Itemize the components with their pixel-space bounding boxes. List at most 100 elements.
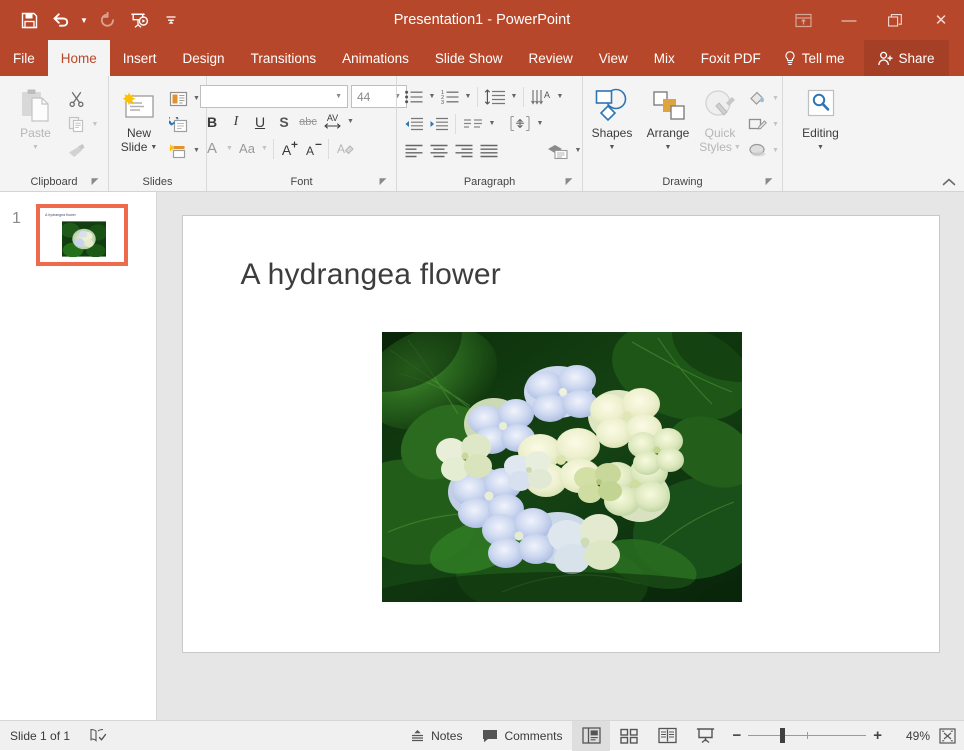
paste-dropdown-icon[interactable]: ▼ <box>32 141 39 154</box>
font-name-dropdown-icon[interactable]: ▼ <box>335 93 347 100</box>
shape-outline-button[interactable] <box>744 113 770 137</box>
notes-button[interactable]: Notes <box>400 721 472 751</box>
text-direction-dropdown-icon[interactable]: ▼ <box>555 93 566 100</box>
numbering-dropdown-icon[interactable]: ▼ <box>463 93 474 100</box>
undo-button[interactable] <box>46 6 76 34</box>
slide-editor-pane[interactable]: A hydrangea flower <box>157 192 964 720</box>
shape-fill-dropdown-icon[interactable]: ▼ <box>770 95 781 102</box>
increase-font-size-button[interactable]: A <box>277 137 301 161</box>
bullets-dropdown-icon[interactable]: ▼ <box>427 93 438 100</box>
zoom-slider-handle[interactable] <box>780 728 786 743</box>
reset-slide-button[interactable] <box>165 113 191 137</box>
spell-check-icon[interactable] <box>80 721 117 751</box>
quick-styles-dropdown-icon[interactable]: ▼ <box>734 141 741 154</box>
new-slide-dropdown-icon[interactable]: ▼ <box>150 141 157 154</box>
font-dialog-launcher[interactable]: ◤ <box>378 176 388 186</box>
shape-fill-button[interactable] <box>744 87 770 111</box>
align-left-button[interactable] <box>402 139 427 163</box>
italic-button[interactable]: I <box>224 110 248 134</box>
columns-dropdown-icon[interactable]: ▼ <box>487 120 498 127</box>
shape-outline-dropdown-icon[interactable]: ▼ <box>770 121 781 128</box>
section-button[interactable] <box>165 139 191 163</box>
decrease-indent-button[interactable] <box>402 112 427 136</box>
change-case-dropdown-icon[interactable]: ▼ <box>259 145 270 152</box>
slide-canvas[interactable]: A hydrangea flower <box>182 216 939 652</box>
justify-button[interactable] <box>477 139 502 163</box>
arrange-button[interactable]: Arrange ▼ <box>640 83 696 154</box>
normal-view-button[interactable] <box>572 720 611 751</box>
arrange-dropdown-icon[interactable]: ▼ <box>665 141 672 154</box>
slide-thumbnail-1[interactable]: A hydrangea flower <box>36 204 128 266</box>
hydrangea-photo[interactable] <box>381 332 742 602</box>
zoom-level-label[interactable]: 49% <box>890 729 930 743</box>
slide-thumbnail-pane[interactable]: 1 A hydrangea flower <box>0 192 157 720</box>
comments-button[interactable]: Comments <box>472 721 572 751</box>
align-center-button[interactable] <box>427 139 452 163</box>
editing-dropdown-icon[interactable]: ▼ <box>817 141 824 154</box>
tab-slide-show[interactable]: Slide Show <box>422 40 516 76</box>
shapes-dropdown-icon[interactable]: ▼ <box>609 141 616 154</box>
tab-insert[interactable]: Insert <box>110 40 170 76</box>
line-spacing-dropdown-icon[interactable]: ▼ <box>509 93 520 100</box>
cut-button[interactable] <box>64 87 90 111</box>
layout-button[interactable] <box>165 87 191 111</box>
font-name-input[interactable]: ▼ <box>200 85 348 108</box>
clear-formatting-button[interactable]: A <box>332 137 356 161</box>
collapse-ribbon-button[interactable] <box>942 177 956 187</box>
line-spacing-button[interactable] <box>481 85 509 109</box>
save-button[interactable] <box>14 6 44 34</box>
font-color-dropdown-icon[interactable]: ▼ <box>224 145 235 152</box>
tab-file[interactable]: File <box>0 40 48 76</box>
convert-to-smartart-button[interactable] <box>543 139 573 163</box>
bold-button[interactable]: B <box>200 110 224 134</box>
drawing-dialog-launcher[interactable]: ◤ <box>764 176 774 186</box>
start-slideshow-button[interactable] <box>124 6 154 34</box>
close-button[interactable]: ✕ <box>918 0 964 40</box>
reading-view-button[interactable] <box>648 721 686 751</box>
change-case-button[interactable]: Aa <box>235 137 259 161</box>
slide-show-button[interactable] <box>686 721 724 751</box>
decrease-font-size-button[interactable]: A <box>301 137 325 161</box>
tab-view[interactable]: View <box>586 40 641 76</box>
align-text-button[interactable] <box>505 112 535 136</box>
text-direction-button[interactable]: A <box>527 85 555 109</box>
tab-design[interactable]: Design <box>170 40 238 76</box>
increase-indent-button[interactable] <box>427 112 452 136</box>
align-right-button[interactable] <box>452 139 477 163</box>
paste-button[interactable]: Paste ▼ <box>8 83 64 154</box>
align-text-dropdown-icon[interactable]: ▼ <box>535 120 546 127</box>
shapes-button[interactable]: Shapes ▼ <box>584 83 640 154</box>
shape-effects-button[interactable] <box>744 139 770 163</box>
ribbon-display-options-icon[interactable] <box>780 0 826 40</box>
zoom-in-button[interactable]: + <box>873 727 882 744</box>
share-button[interactable]: Share <box>863 40 949 76</box>
zoom-out-button[interactable]: − <box>732 727 741 744</box>
tab-review[interactable]: Review <box>515 40 585 76</box>
fit-to-window-button[interactable] <box>930 721 964 751</box>
tab-mix[interactable]: Mix <box>641 40 688 76</box>
tab-home[interactable]: Home <box>47 40 110 76</box>
slide-count-indicator[interactable]: Slide 1 of 1 <box>0 721 80 751</box>
tab-foxit-pdf[interactable]: Foxit PDF <box>688 40 774 76</box>
shape-effects-dropdown-icon[interactable]: ▼ <box>770 147 781 154</box>
slide-sorter-button[interactable] <box>610 721 648 751</box>
editing-button[interactable]: Editing ▼ <box>793 83 849 154</box>
slide-title-placeholder[interactable]: A hydrangea flower <box>241 258 501 292</box>
clipboard-dialog-launcher[interactable]: ◤ <box>90 176 100 186</box>
bullets-button[interactable] <box>402 85 427 109</box>
underline-button[interactable]: U <box>248 110 272 134</box>
zoom-slider[interactable] <box>748 728 867 743</box>
character-spacing-dropdown-icon[interactable]: ▼ <box>345 118 356 125</box>
quick-styles-button[interactable]: Quick Styles ▼ <box>696 83 744 154</box>
maximize-restore-button[interactable] <box>872 0 918 40</box>
zoom-control[interactable]: − + <box>724 727 890 744</box>
undo-dropdown-icon[interactable]: ▼ <box>78 6 90 34</box>
strikethrough-button[interactable]: abc <box>296 110 320 134</box>
tell-me-box[interactable]: Tell me <box>774 40 858 76</box>
numbering-button[interactable]: 123 <box>438 85 463 109</box>
columns-button[interactable] <box>459 112 487 136</box>
character-spacing-button[interactable]: AV <box>320 110 345 134</box>
new-slide-button[interactable]: New Slide ▼ <box>113 83 165 154</box>
tab-animations[interactable]: Animations <box>329 40 422 76</box>
tab-transitions[interactable]: Transitions <box>238 40 330 76</box>
